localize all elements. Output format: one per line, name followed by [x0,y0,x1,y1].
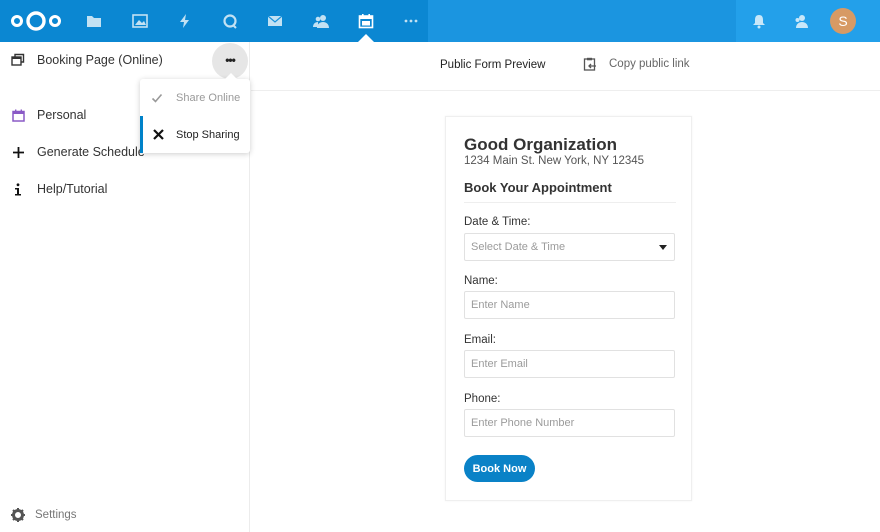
name-input[interactable] [464,291,675,319]
form-title: Book Your Appointment [464,180,612,195]
popover-arrow [224,73,238,80]
app-files[interactable] [84,11,104,31]
sidebar-item-label: Booking Page (Online) [37,53,163,67]
menu-item-label: Share Online [176,91,241,104]
notifications-bell-icon[interactable] [751,13,767,29]
tab-public-form-preview[interactable]: Public Form Preview [440,59,545,71]
organization-address: 1234 Main St. New York, NY 12345 [464,155,645,167]
app-activity[interactable] [175,11,195,31]
plus-icon [11,145,25,159]
copy-link-label: Copy public link [609,58,690,70]
sidebar-item-help[interactable]: Help/Tutorial [0,172,250,206]
phone-label: Phone: [464,393,501,405]
talk-icon [223,14,237,29]
book-now-button[interactable]: Book Now [464,455,535,482]
lightning-icon [180,14,189,28]
app-talk[interactable] [220,11,240,31]
close-icon [152,129,164,141]
app-contacts[interactable] [311,11,331,31]
form-divider [464,202,676,203]
menu-item-stop-sharing[interactable]: Stop Sharing [140,116,250,153]
active-app-indicator [358,34,374,42]
caret-down-icon [659,245,667,250]
settings-button[interactable]: Settings [0,502,250,528]
menu-item-label: Stop Sharing [176,128,240,141]
more-horizontal-icon: ••• [225,52,236,67]
calendar-icon [358,14,374,29]
mail-icon [267,15,283,26]
email-input[interactable] [464,350,675,378]
clipboard-icon [583,57,596,71]
gear-icon [11,508,25,522]
avatar-initial: S [838,13,848,29]
datetime-select-value: Select Date & Time [471,241,566,253]
app-mail[interactable] [265,11,285,31]
check-icon [151,92,163,104]
folder-icon [87,16,101,27]
app-photos[interactable] [130,11,150,31]
booking-form-card: Good Organization 1234 Main St. New York… [445,116,692,501]
info-icon [11,182,25,196]
top-header: S [0,0,880,42]
more-horizontal-icon [404,19,418,23]
windows-icon [11,53,25,67]
contacts-menu-icon[interactable] [793,13,809,29]
menu-item-share-online[interactable]: Share Online [140,79,250,116]
user-avatar[interactable]: S [830,8,856,34]
copy-public-link-button[interactable]: Copy public link [583,57,690,71]
nextcloud-logo[interactable] [10,10,62,32]
phone-input[interactable] [464,409,675,437]
datetime-select[interactable]: Select Date & Time [464,233,675,261]
preview-toolbar: Public Form Preview Copy public link [251,42,880,91]
organization-name: Good Organization [464,135,617,154]
image-icon [132,14,148,28]
sidebar-item-label: Generate Schedule [37,145,145,159]
app-more[interactable] [401,11,421,31]
sidebar-item-label: Personal [37,108,87,122]
name-label: Name: [464,275,498,287]
datetime-label: Date & Time: [464,216,531,228]
contacts-icon [313,15,329,28]
sidebar-item-label: Help/Tutorial [37,182,108,196]
app-appointments[interactable] [356,11,376,31]
actions-popover-menu: Share Online Stop Sharing [140,79,250,153]
settings-label: Settings [35,509,77,521]
email-label: Email: [464,334,496,346]
calendar-icon [11,108,25,122]
